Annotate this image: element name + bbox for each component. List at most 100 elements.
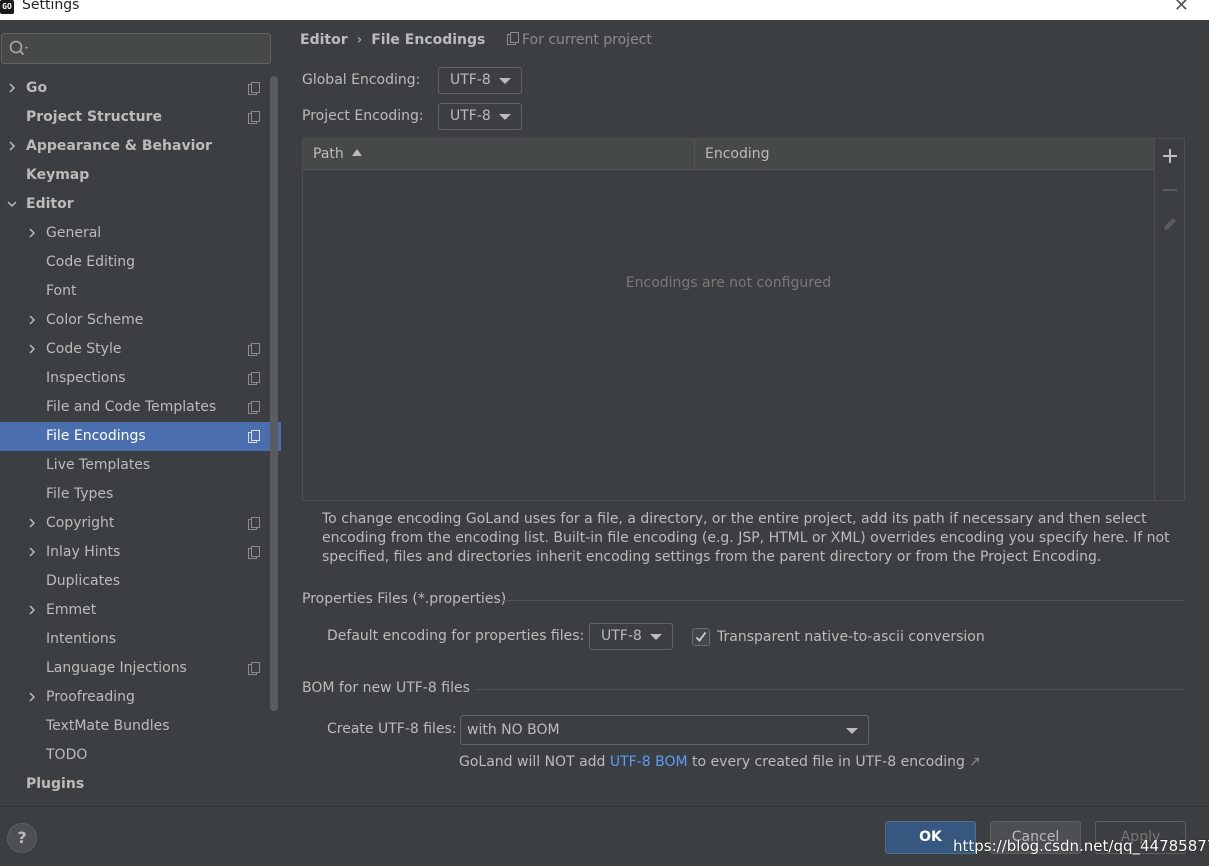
bom-select-value: with NO BOM [467, 722, 560, 738]
chevron-down-icon [650, 634, 662, 640]
sidebar-item-intentions[interactable]: Intentions [0, 625, 281, 654]
sidebar-item-label: General [46, 225, 102, 241]
sidebar-item-plugins[interactable]: Plugins [0, 770, 281, 799]
project-scope-label: For current project [522, 32, 652, 48]
breadcrumb: Editor › File Encodings For current projec… [300, 30, 652, 50]
native-ascii-label[interactable]: Transparent native-to-ascii conversion [717, 629, 985, 645]
sidebar-item-label: Appearance & Behavior [26, 138, 212, 154]
project-scope-icon [248, 401, 260, 414]
create-utf8-label: Create UTF-8 files: [327, 721, 457, 737]
sidebar-item-live-templates[interactable]: Live Templates [0, 451, 281, 480]
sidebar-item-file-types[interactable]: File Types [0, 480, 281, 509]
sidebar-item-label: Project Structure [26, 109, 162, 125]
column-header-encoding[interactable]: Encoding [705, 139, 770, 170]
sidebar-item-general[interactable]: General [0, 219, 281, 248]
sidebar-item-color-scheme[interactable]: Color Scheme [0, 306, 281, 335]
chevron-right-icon[interactable] [27, 605, 37, 615]
add-icon[interactable] [1162, 148, 1178, 164]
edit-icon[interactable] [1162, 216, 1178, 232]
help-button[interactable]: ? [7, 823, 37, 853]
table-header: Path Encoding [303, 139, 1154, 170]
sidebar-item-emmet[interactable]: Emmet [0, 596, 281, 625]
sidebar-item-label: Go [26, 80, 48, 96]
sidebar-item-label: Keymap [26, 167, 90, 183]
settings-tree: Go Project Structure Appearance & Behavior… [0, 74, 281, 799]
bom-section-title: BOM for new UTF-8 files [302, 680, 470, 696]
settings-sidebar: Go Project Structure Appearance & Behavior… [0, 20, 281, 806]
sidebar-item-code-style[interactable]: Code Style [0, 335, 281, 364]
breadcrumb-separator: › [356, 32, 363, 48]
window-title: Settings [22, 0, 80, 13]
encodings-table: Path Encoding Encodings are not configur… [302, 138, 1185, 501]
checkmark-icon [695, 631, 707, 642]
watermark-text: https://blog.csdn.net/qq_44785877 [953, 837, 1209, 855]
native-ascii-checkbox[interactable] [692, 628, 710, 646]
sidebar-item-label: TODO [46, 747, 88, 763]
properties-default-label: Default encoding for properties files: [327, 628, 585, 644]
sidebar-item-duplicates[interactable]: Duplicates [0, 567, 281, 596]
project-scope-icon [248, 372, 260, 385]
sidebar-item-file-and-code-templates[interactable]: File and Code Templates [0, 393, 281, 422]
close-icon[interactable]: ✕ [1174, 0, 1189, 16]
sidebar-item-label: Color Scheme [46, 312, 144, 328]
properties-section-title: Properties Files (*.properties) [302, 591, 507, 607]
chevron-down-icon [846, 728, 858, 734]
global-encoding-select[interactable]: UTF-8 [438, 67, 522, 94]
section-divider [501, 600, 1185, 601]
chevron-right-icon[interactable] [27, 518, 37, 528]
chevron-right-icon[interactable] [27, 547, 37, 557]
search-field[interactable] [1, 33, 271, 64]
sidebar-item-label: Live Templates [46, 457, 151, 473]
sidebar-item-label: TextMate Bundles [46, 718, 170, 734]
breadcrumb-editor[interactable]: Editor [300, 32, 348, 48]
sidebar-item-label: Font [46, 283, 77, 299]
column-divider[interactable] [694, 139, 695, 170]
sidebar-item-label: Emmet [46, 602, 97, 618]
project-encoding-select[interactable]: UTF-8 [438, 103, 522, 130]
chevron-right-icon[interactable] [7, 83, 17, 93]
sidebar-item-inspections[interactable]: Inspections [0, 364, 281, 393]
sidebar-item-code-editing[interactable]: Code Editing [0, 248, 281, 277]
chevron-right-icon[interactable] [27, 228, 37, 238]
column-header-path[interactable]: Path [313, 139, 362, 170]
bom-select[interactable]: with NO BOM [460, 715, 869, 745]
sidebar-item-proofreading[interactable]: Proofreading [0, 683, 281, 712]
search-input[interactable] [32, 37, 262, 60]
sidebar-item-todo[interactable]: TODO [0, 741, 281, 770]
sidebar-item-inlay-hints[interactable]: Inlay Hints [0, 538, 281, 567]
sidebar-item-font[interactable]: Font [0, 277, 281, 306]
sidebar-item-appearance-behavior[interactable]: Appearance & Behavior [0, 132, 281, 161]
project-encoding-label: Project Encoding: [302, 108, 424, 124]
chevron-down-icon[interactable] [7, 199, 17, 209]
sidebar-item-label: File Types [46, 486, 114, 502]
table-empty-text: Encodings are not configured [625, 275, 832, 291]
chevron-right-icon[interactable] [27, 692, 37, 702]
search-icon [9, 40, 28, 56]
sidebar-item-go[interactable]: Go [0, 74, 281, 103]
sidebar-item-keymap[interactable]: Keymap [0, 161, 281, 190]
sidebar-item-label: Plugins [26, 776, 85, 792]
chevron-right-icon[interactable] [27, 315, 37, 325]
chevron-down-icon [499, 78, 511, 84]
properties-encoding-select[interactable]: UTF-8 [589, 623, 673, 650]
sidebar-item-file-encodings[interactable]: File Encodings [0, 422, 281, 451]
chevron-right-icon[interactable] [27, 344, 37, 354]
sidebar-item-editor[interactable]: Editor [0, 190, 281, 219]
sidebar-item-copyright[interactable]: Copyright [0, 509, 281, 538]
external-link-icon[interactable]: ↗ [969, 754, 981, 770]
sidebar-item-textmate-bundles[interactable]: TextMate Bundles [0, 712, 281, 741]
dialog-button-bar: ? OK Cancel Apply https://blog.csdn.net/… [0, 806, 1209, 866]
sidebar-item-label: Code Editing [46, 254, 136, 270]
remove-icon[interactable] [1162, 182, 1178, 198]
sidebar-item-label: Duplicates [46, 573, 120, 589]
sidebar-item-language-injections[interactable]: Language Injections [0, 654, 281, 683]
chevron-right-icon[interactable] [7, 141, 17, 151]
sidebar-item-label: File and Code Templates [46, 399, 217, 415]
sidebar-scrollbar[interactable] [270, 76, 278, 711]
sidebar-item-project-structure[interactable]: Project Structure [0, 103, 281, 132]
chevron-down-icon [499, 114, 511, 120]
utf8-bom-link[interactable]: UTF-8 BOM [610, 754, 688, 770]
project-encoding-value: UTF-8 [450, 108, 491, 124]
sidebar-item-label: File Encodings [46, 428, 146, 444]
sidebar-item-label: Intentions [46, 631, 117, 647]
